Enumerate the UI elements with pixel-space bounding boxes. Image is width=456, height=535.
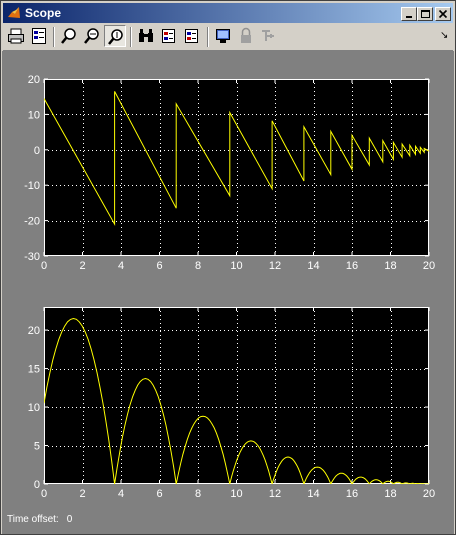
x-tick-label: 16	[346, 260, 358, 272]
y-tick-label: -30	[24, 251, 40, 263]
y-tick-label: 5	[34, 441, 40, 453]
y-tick-label: 15	[28, 364, 40, 376]
x-tick-label: 2	[79, 488, 85, 500]
y-tick-label: 0	[34, 479, 40, 491]
x-tick-label: 20	[423, 260, 435, 272]
y-tick-label: -20	[24, 216, 40, 228]
x-tick-label: 14	[307, 260, 319, 272]
restore-axes-icon	[185, 29, 198, 43]
parameters-button[interactable]	[28, 25, 50, 47]
y-tick-label: 10	[28, 109, 40, 121]
time-offset-label: Time offset:	[7, 514, 59, 525]
title-bar[interactable]: Scope	[3, 3, 453, 23]
x-tick-label: 0	[41, 260, 47, 272]
toolbar-separator	[130, 27, 132, 47]
scope-plots: 0 2 4 6 8 10 12 14 16 18 20 -30 -20 -10 0 10 20 0 2 4 6 8 10 12…	[24, 74, 435, 500]
x-tick-label: 8	[195, 488, 201, 500]
maximize-button[interactable]	[417, 7, 433, 21]
scope-axes-1: 0 2 4 6 8 10 12 14 16 18 20 -30 -20 -10 0 10 20	[24, 74, 435, 272]
restore-axes-button[interactable]	[181, 25, 203, 47]
x-tick-label: 20	[423, 488, 435, 500]
printer-icon	[8, 28, 24, 44]
zoom-button[interactable]	[58, 25, 80, 47]
close-button[interactable]	[435, 7, 451, 21]
matlab-icon	[8, 7, 20, 18]
zoom-y-button[interactable]	[104, 25, 126, 47]
save-axes-button[interactable]	[158, 25, 180, 47]
plot-background	[44, 79, 429, 256]
x-tick-label: 6	[156, 260, 162, 272]
x-tick-label: 6	[156, 488, 162, 500]
y-tick-label: 20	[28, 325, 40, 337]
x-tick-label: 0	[41, 488, 47, 500]
signal-selector-icon	[262, 30, 274, 41]
x-tick-label: 10	[230, 260, 242, 272]
x-tick-label: 16	[346, 488, 358, 500]
x-tick-label: 14	[307, 488, 319, 500]
y-tick-label: 20	[28, 74, 40, 86]
scope-window: Scope ↘ 0 2 4 6 8 10 12 14 16 18 20 -30 …	[0, 0, 456, 535]
time-offset-value: 0	[66, 514, 73, 525]
lock-axes-button[interactable]	[235, 25, 257, 47]
x-tick-label: 4	[118, 260, 124, 272]
x-tick-label: 12	[269, 488, 281, 500]
window-title: Scope	[25, 6, 62, 20]
magnifier-zoom-icon	[61, 28, 76, 44]
toolbar-separator	[53, 27, 55, 47]
toolbar: ↘	[3, 24, 453, 51]
magnifier-zoom-y-icon	[108, 29, 123, 45]
toolbar-separator	[207, 27, 209, 47]
magnifier-zoom-x-icon	[84, 28, 99, 44]
parameters-icon	[32, 28, 46, 44]
signal-selector-button[interactable]	[258, 25, 280, 47]
x-tick-label: 2	[79, 260, 85, 272]
autoscale-button[interactable]	[135, 25, 157, 47]
x-tick-label: 8	[195, 260, 201, 272]
x-tick-label: 10	[230, 488, 242, 500]
x-tick-label: 18	[384, 488, 396, 500]
y-tick-label: 10	[28, 402, 40, 414]
y-tick-label: 0	[34, 145, 40, 157]
save-axes-icon	[162, 29, 175, 43]
scope-display: 0 2 4 6 8 10 12 14 16 18 20 -30 -20 -10 0 10 20 0 2 4 6 8 10 12…	[2, 51, 454, 534]
x-tick-label: 18	[384, 260, 396, 272]
print-button[interactable]	[5, 25, 27, 47]
time-offset: Time offset: 0	[7, 514, 80, 525]
x-tick-label: 4	[118, 488, 124, 500]
scope-axes-2: 0 2 4 6 8 10 12 14 16 18 20 0 5 10 15 20	[28, 307, 435, 500]
toolbar-menu-arrow[interactable]: ↘	[440, 30, 448, 41]
zoom-x-button[interactable]	[81, 25, 103, 47]
floating-scope-icon	[216, 29, 230, 43]
y-tick-label: -10	[24, 180, 40, 192]
x-tick-label: 12	[269, 260, 281, 272]
floating-scope-button[interactable]	[212, 25, 234, 47]
lock-icon	[241, 27, 251, 43]
binoculars-icon	[139, 29, 153, 42]
minimize-button[interactable]	[401, 7, 417, 21]
